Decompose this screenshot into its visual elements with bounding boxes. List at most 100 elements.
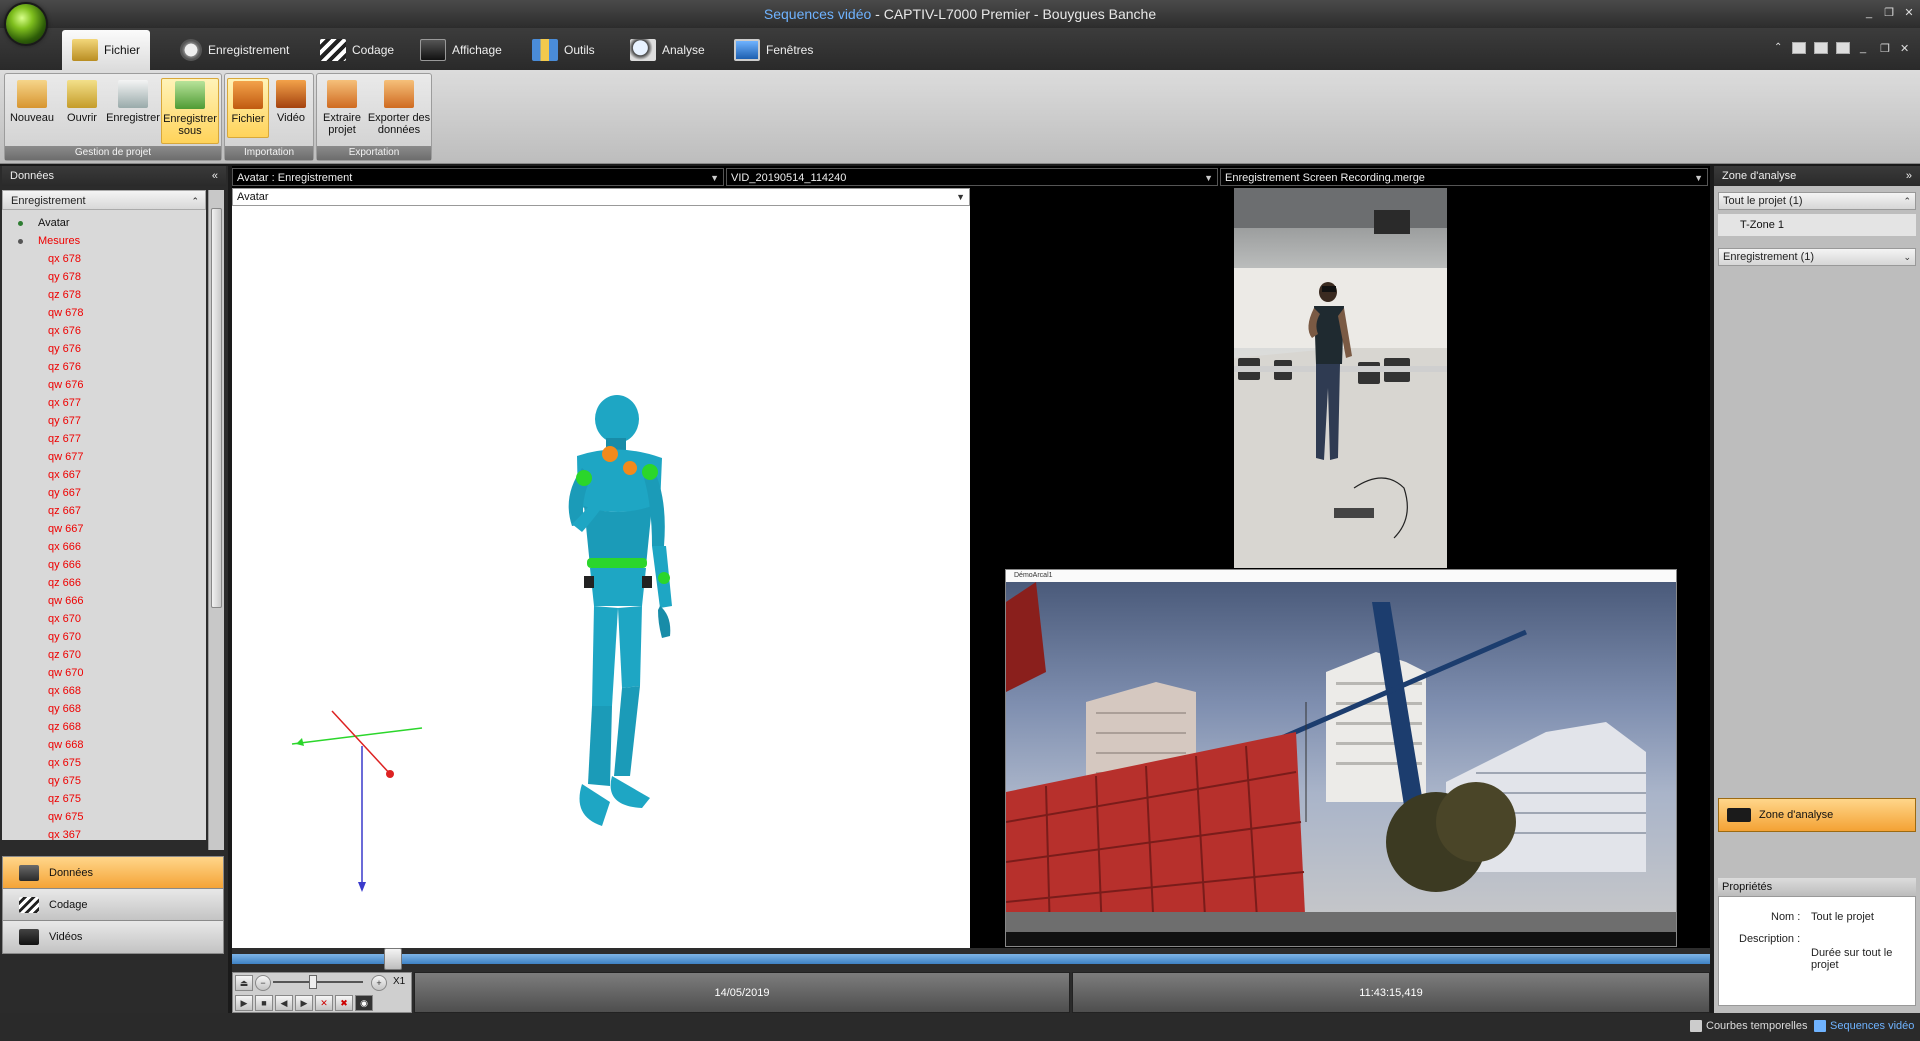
nav-codage[interactable]: Codage bbox=[2, 888, 224, 922]
tree-item-measure[interactable]: qw 675 bbox=[2, 808, 206, 826]
timeline-cursor[interactable] bbox=[384, 948, 402, 970]
tree-item-measure[interactable]: qz 678 bbox=[2, 286, 206, 304]
application-orb-button[interactable] bbox=[6, 4, 46, 44]
tab-fenetres[interactable]: Fenêtres bbox=[724, 30, 823, 70]
tree-item-measure[interactable]: qz 667 bbox=[2, 502, 206, 520]
zoom-slider-thumb[interactable] bbox=[309, 975, 317, 989]
tree-item-measure[interactable]: qz 676 bbox=[2, 358, 206, 376]
stop-button[interactable]: ■ bbox=[255, 995, 273, 1011]
enregistrer-sous-button[interactable]: Enregistrer sous bbox=[161, 78, 219, 144]
avatar-3d-view[interactable] bbox=[232, 206, 970, 948]
collapse-panel-button[interactable]: » bbox=[1906, 166, 1912, 186]
close-button[interactable]: ✕ bbox=[1900, 6, 1918, 20]
tree-item-measure[interactable]: qy 670 bbox=[2, 628, 206, 646]
section-tout-le-projet[interactable]: Tout le projet (1) ⌃ bbox=[1718, 192, 1916, 210]
ouvrir-button[interactable]: Ouvrir bbox=[57, 78, 107, 124]
timeline-bar[interactable] bbox=[232, 948, 1710, 972]
tree-item-measure[interactable]: qy 678 bbox=[2, 268, 206, 286]
tree-item-measure[interactable]: qy 676 bbox=[2, 340, 206, 358]
camera-icon[interactable]: ◉ bbox=[355, 995, 373, 1011]
tree-item-measure[interactable]: qy 677 bbox=[2, 412, 206, 430]
tree-item-measure[interactable]: qx 677 bbox=[2, 394, 206, 412]
tree-item-measure[interactable]: qw 667 bbox=[2, 520, 206, 538]
view-selector-screen[interactable]: Enregistrement Screen Recording.merge ▼ bbox=[1220, 168, 1708, 186]
tab-analyse[interactable]: Analyse bbox=[620, 30, 715, 70]
tree-item-measure[interactable]: qz 670 bbox=[2, 646, 206, 664]
tab-enregistrement[interactable]: Enregistrement bbox=[170, 30, 299, 70]
tab-codage[interactable]: Codage bbox=[310, 30, 404, 70]
zoom-out-button[interactable]: − bbox=[255, 975, 271, 991]
tree-item-measure[interactable]: qy 667 bbox=[2, 484, 206, 502]
tree-item-measure[interactable]: qw 666 bbox=[2, 592, 206, 610]
collapse-panel-button[interactable]: « bbox=[212, 166, 218, 186]
tree-item-measure[interactable]: qz 666 bbox=[2, 574, 206, 592]
video-view[interactable]: DémoArcal1 bbox=[972, 188, 1710, 948]
view-selector-avatar[interactable]: Avatar : Enregistrement ▼ bbox=[232, 168, 724, 186]
status-sequences-video[interactable]: Sequences vidéo bbox=[1814, 1020, 1914, 1032]
tree-scrollbar[interactable] bbox=[208, 190, 224, 850]
tree-item-measure[interactable]: qx 367 bbox=[2, 826, 206, 840]
nav-videos[interactable]: Vidéos bbox=[2, 920, 224, 954]
chevron-up-icon[interactable]: ⌃ bbox=[191, 191, 199, 211]
timeline-track[interactable] bbox=[232, 954, 1710, 964]
tree-item-measure[interactable]: qy 675 bbox=[2, 772, 206, 790]
tab-fichier[interactable]: Fichier bbox=[62, 30, 151, 70]
section-enregistrement[interactable]: Enregistrement ⌃ bbox=[2, 190, 206, 210]
chevron-up-icon[interactable]: ⌃ bbox=[1774, 42, 1788, 54]
tree-item-measure[interactable]: qz 675 bbox=[2, 790, 206, 808]
tree-item-measure[interactable]: qx 667 bbox=[2, 466, 206, 484]
tree-item-measure[interactable]: qw 668 bbox=[2, 736, 206, 754]
status-courbes-temporelles[interactable]: Courbes temporelles bbox=[1690, 1020, 1808, 1032]
tree-item-measure[interactable]: qx 675 bbox=[2, 754, 206, 772]
restore-doc-button[interactable]: ❐ bbox=[1880, 42, 1894, 55]
enregistrer-button[interactable]: Enregistrer bbox=[105, 78, 161, 124]
layout-icon[interactable] bbox=[1792, 42, 1806, 54]
exporter-donnees-button[interactable]: Exporter des données bbox=[367, 78, 431, 136]
tree-item-avatar[interactable]: Avatar bbox=[2, 214, 206, 232]
delete-icon[interactable]: ✖ bbox=[335, 995, 353, 1011]
layout-icon[interactable] bbox=[1836, 42, 1850, 54]
zone-analyse-button[interactable]: Zone d'analyse bbox=[1718, 798, 1916, 832]
tree-item-measure[interactable]: qx 676 bbox=[2, 322, 206, 340]
import-video-button[interactable]: Vidéo bbox=[271, 78, 311, 124]
tree-item-measure[interactable]: qx 668 bbox=[2, 682, 206, 700]
tree-item-measure[interactable]: qx 678 bbox=[2, 250, 206, 268]
import-fichier-button[interactable]: Fichier bbox=[227, 78, 269, 138]
next-frame-button[interactable]: ▶ bbox=[295, 995, 313, 1011]
exit-icon[interactable]: ⏏ bbox=[235, 975, 253, 991]
nouveau-button[interactable]: Nouveau bbox=[7, 78, 57, 124]
close-doc-button[interactable]: ✕ bbox=[1900, 42, 1914, 55]
minimize-button[interactable]: _ bbox=[1860, 6, 1878, 20]
extraire-projet-button[interactable]: Extraire projet bbox=[319, 78, 365, 136]
tab-affichage[interactable]: Affichage bbox=[410, 30, 512, 70]
screen-recording-frame[interactable]: DémoArcal1 bbox=[1005, 569, 1677, 947]
tree-item-measure[interactable]: qx 670 bbox=[2, 610, 206, 628]
scrollbar-thumb[interactable] bbox=[211, 208, 222, 608]
camera-video-frame[interactable] bbox=[1234, 188, 1447, 568]
tree-item-measure[interactable]: qw 678 bbox=[2, 304, 206, 322]
tzone-item[interactable]: T-Zone 1 bbox=[1718, 214, 1916, 236]
previous-frame-button[interactable]: ◀ bbox=[275, 995, 293, 1011]
view-selector-video[interactable]: VID_20190514_114240 ▼ bbox=[726, 168, 1218, 186]
tab-outils[interactable]: Outils bbox=[522, 30, 605, 70]
tree-item-measure[interactable]: qw 670 bbox=[2, 664, 206, 682]
layout-icon[interactable] bbox=[1814, 42, 1828, 54]
properties-panel: Nom : Tout le projet Description : Durée… bbox=[1718, 896, 1916, 1006]
tree-item-measure[interactable]: qw 676 bbox=[2, 376, 206, 394]
nav-donnees[interactable]: Données bbox=[2, 856, 224, 890]
zoom-slider[interactable] bbox=[273, 981, 363, 983]
tree-item-measure[interactable]: qy 668 bbox=[2, 700, 206, 718]
tree-item-measure[interactable]: qz 677 bbox=[2, 430, 206, 448]
restore-button[interactable]: ❐ bbox=[1880, 6, 1898, 20]
minimize-doc-button[interactable]: _ bbox=[1860, 42, 1874, 54]
tree-item-measure[interactable]: qw 677 bbox=[2, 448, 206, 466]
tree-item-mesures[interactable]: Mesures bbox=[2, 232, 206, 250]
zoom-in-button[interactable]: + bbox=[371, 975, 387, 991]
avatar-dropdown[interactable]: Avatar ▼ bbox=[232, 188, 970, 206]
section-enregistrement[interactable]: Enregistrement (1) ⌄ bbox=[1718, 248, 1916, 266]
cut-icon[interactable]: ✕ bbox=[315, 995, 333, 1011]
tree-item-measure[interactable]: qz 668 bbox=[2, 718, 206, 736]
play-button[interactable]: ▶ bbox=[235, 995, 253, 1011]
tree-item-measure[interactable]: qx 666 bbox=[2, 538, 206, 556]
tree-item-measure[interactable]: qy 666 bbox=[2, 556, 206, 574]
